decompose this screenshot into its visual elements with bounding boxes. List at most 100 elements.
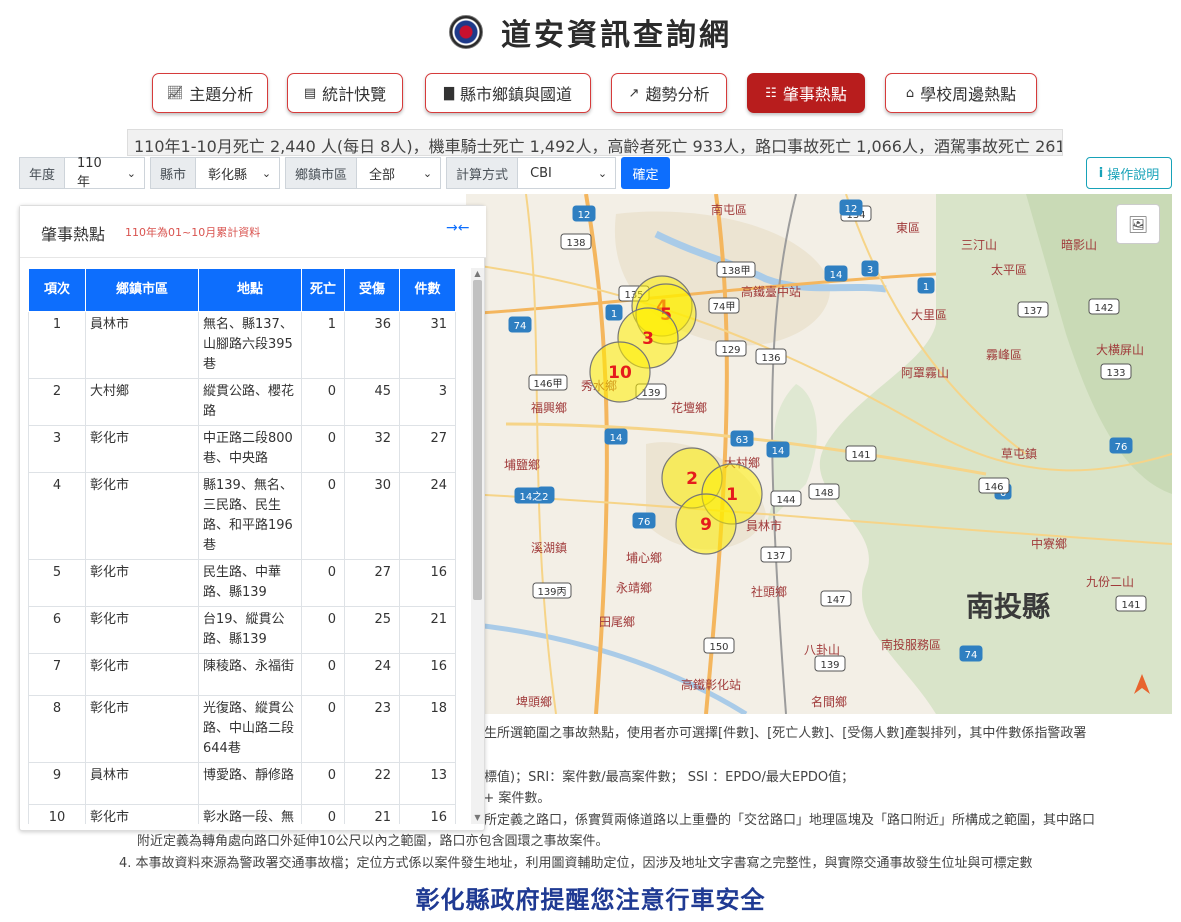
note-line: 產生所選範圍之事故熱點，使用者亦可選擇[件數]、[死亡人數]、[受傷人數]產製排… — [471, 726, 1087, 741]
place-label: 大里區 — [911, 308, 947, 322]
col-header[interactable]: 鄉鎮市區 — [85, 268, 199, 312]
road-shield-icon: 74 — [508, 316, 532, 333]
table-row[interactable]: 10彰化市彰水路一段、無名、彰水路02116 — [28, 804, 456, 824]
road-shield-icon: 136 — [755, 348, 787, 365]
nav-theme-analysis[interactable]: 📈︎ 主題分析 — [152, 73, 268, 113]
main-nav: 📈︎ 主題分析 ▤ 統計快覽 ▇ 縣市鄉鎮與國道 ↗ 趨勢分析 ☷ 肇事熱點 ⌂… — [0, 73, 1181, 113]
table-row[interactable]: 8 彰化市 光復路、縱貫公路、中山路二段644巷 0 23 18 — [28, 695, 456, 763]
site-logo — [449, 15, 483, 49]
road-shield-icon: 129 — [715, 340, 747, 357]
county-select[interactable]: 彰化縣 ⌄ — [196, 157, 281, 189]
table-row[interactable]: 6 彰化市 台19、縱貫公路、縣139 0 25 21 — [28, 606, 456, 654]
highway — [584, 194, 609, 714]
col-header[interactable]: 死亡 — [301, 268, 345, 312]
hotspot-table-wrapper[interactable]: 項次 鄉鎮市區 地點 死亡 受傷 件數 1 員林市 無名、縣137、山腳路六段395… — [28, 268, 476, 824]
cell-dead: 0 — [301, 653, 345, 696]
hotspot-rank-label: 10 — [608, 363, 632, 383]
map-canvas: 南屯區東區三汀山暗影山太平區高鐵臺中站大里區霧峰區阿罩霧山大横屏山福興鄉花壇鄉秀… — [466, 194, 1172, 714]
scroll-up-icon[interactable]: ▲ — [471, 268, 484, 280]
table-row[interactable]: 7 彰化市 陳稜路、永福街 0 24 16 — [28, 653, 456, 696]
help-label: 操作說明 — [1107, 167, 1160, 183]
road-shield-icon: 138 — [560, 233, 592, 250]
svg-text:74: 74 — [965, 650, 978, 661]
place-label: 大横屏山 — [1096, 343, 1144, 357]
svg-text:138甲: 138甲 — [721, 266, 750, 277]
place-label: 南投服務區 — [881, 637, 941, 652]
svg-text:14: 14 — [830, 270, 843, 281]
year-select[interactable]: 110年 ⌄ — [65, 156, 146, 190]
cell-dead: 1 — [301, 311, 345, 379]
cell-town: 彰化市 — [85, 695, 199, 763]
nav-county-town[interactable]: ▇ 縣市鄉鎮與國道 — [425, 73, 591, 113]
road-shield-icon: 1 — [917, 277, 935, 294]
table-row[interactable]: 2 大村鄉 縱貫公路、櫻花路 0 45 3 — [28, 378, 456, 426]
cell-injured: 32 — [344, 425, 400, 473]
col-header[interactable]: 件數 — [399, 268, 456, 312]
table-row[interactable]: 5 彰化市 民生路、中華路、縣139 0 27 16 — [28, 559, 456, 607]
table-scrollbar[interactable]: ▲ ▼ — [471, 268, 484, 824]
cell-rank: 6 — [28, 606, 86, 654]
nav-accident-hotspots[interactable]: ☷ 肇事熱點 — [747, 73, 865, 113]
method-select[interactable]: CBI ⌄ — [518, 157, 617, 189]
road-shield-icon: 137 — [760, 546, 792, 563]
road-shield-icon: 138甲 — [716, 261, 756, 278]
place-label: 霧峰區 — [986, 348, 1022, 362]
confirm-button[interactable]: 確定 — [621, 157, 671, 189]
hotspot-map[interactable]: 南屯區東區三汀山暗影山太平區高鐵臺中站大里區霧峰區阿罩霧山大横屏山福興鄉花壇鄉秀… — [466, 194, 1172, 714]
road-shield-icon: 14之2 — [514, 487, 554, 504]
svg-text:146甲: 146甲 — [533, 379, 562, 390]
collapse-icon[interactable]: →← — [446, 220, 469, 236]
road-shield-icon: 12 — [839, 199, 863, 216]
cell-town: 員林市 — [85, 311, 199, 379]
place-label: 埤頭鄉 — [516, 695, 552, 709]
road-shield-icon: 147 — [820, 590, 852, 607]
svg-text:148: 148 — [814, 488, 833, 499]
stats-ticker: 110年1-10月死亡 2,440 人(每日 8人)，機車騎士死亡 1,492人… — [127, 129, 1063, 156]
nav-label: 縣市鄉鎮與國道 — [459, 85, 572, 104]
table-row[interactable]: 4 彰化市 縣139、無名、三民路、民生路、和平路196巷 0 30 24 — [28, 472, 456, 560]
road-shield-icon: 74甲 — [708, 297, 740, 314]
note-line: 附近定義為轉角處向路口外延伸10公尺以內之範圍，路口亦包含圓環之事故案件。 — [137, 834, 609, 849]
road-shield-icon: 12 — [572, 205, 596, 222]
town-label: 鄉鎮市區 — [285, 157, 358, 189]
road-shield-icon: 74 — [959, 645, 983, 662]
table-row[interactable]: 3 彰化市 中正路二段800巷、中央路 0 32 27 — [28, 425, 456, 473]
site-title: 道安資訊查詢網 — [501, 18, 732, 53]
river — [466, 621, 748, 714]
nav-trend-analysis[interactable]: ↗ 趨勢分析 — [611, 73, 727, 113]
cell-count: 27 — [399, 425, 456, 473]
cell-place: 彰水路一段、無名、彰水路 — [198, 804, 302, 824]
nav-label: 統計快覽 — [322, 85, 387, 104]
cell-injured: 21 — [344, 804, 400, 824]
cell-count: 21 — [399, 606, 456, 654]
cell-count: 18 — [399, 695, 456, 763]
place-label: 員林市 — [746, 518, 782, 533]
nav-quick-stats[interactable]: ▤ 統計快覽 — [287, 73, 403, 113]
layer-switch-button[interactable]: 🖼︎ — [1116, 204, 1160, 244]
scroll-down-icon[interactable]: ▼ — [471, 812, 484, 824]
cell-injured: 27 — [344, 559, 400, 607]
nav-school-hotspots[interactable]: ⌂ 學校周邊熱點 — [885, 73, 1037, 113]
help-button[interactable]: i 操作說明 — [1086, 157, 1172, 189]
table-row[interactable]: 9 員林市 博愛路、靜修路 0 22 13 — [28, 762, 456, 805]
cell-count: 13 — [399, 762, 456, 805]
chevron-down-icon: ⌄ — [261, 166, 272, 180]
col-header[interactable]: 受傷 — [344, 268, 400, 312]
scroll-thumb[interactable] — [473, 280, 482, 600]
town-select[interactable]: 全部 ⌄ — [357, 157, 442, 189]
svg-text:141: 141 — [851, 450, 870, 461]
cell-dead: 0 — [301, 695, 345, 763]
place-label: 八卦山 — [804, 643, 840, 657]
road-shield-icon: 141 — [845, 445, 877, 462]
cell-place: 無名、縣137、山腳路六段395巷 — [198, 311, 302, 379]
chevron-down-icon: ⌄ — [422, 166, 433, 180]
col-header[interactable]: 項次 — [28, 268, 86, 312]
county-value: 彰化縣 — [208, 167, 248, 183]
svg-text:12: 12 — [578, 210, 591, 221]
road-shield-icon: 14 — [604, 428, 628, 445]
col-header[interactable]: 地點 — [198, 268, 302, 312]
table-row[interactable]: 1 員林市 無名、縣137、山腳路六段395巷 1 36 31 — [28, 311, 456, 379]
place-label: 太平區 — [991, 262, 1027, 277]
cell-dead: 0 — [301, 378, 345, 426]
cell-town: 彰化市 — [85, 606, 199, 654]
